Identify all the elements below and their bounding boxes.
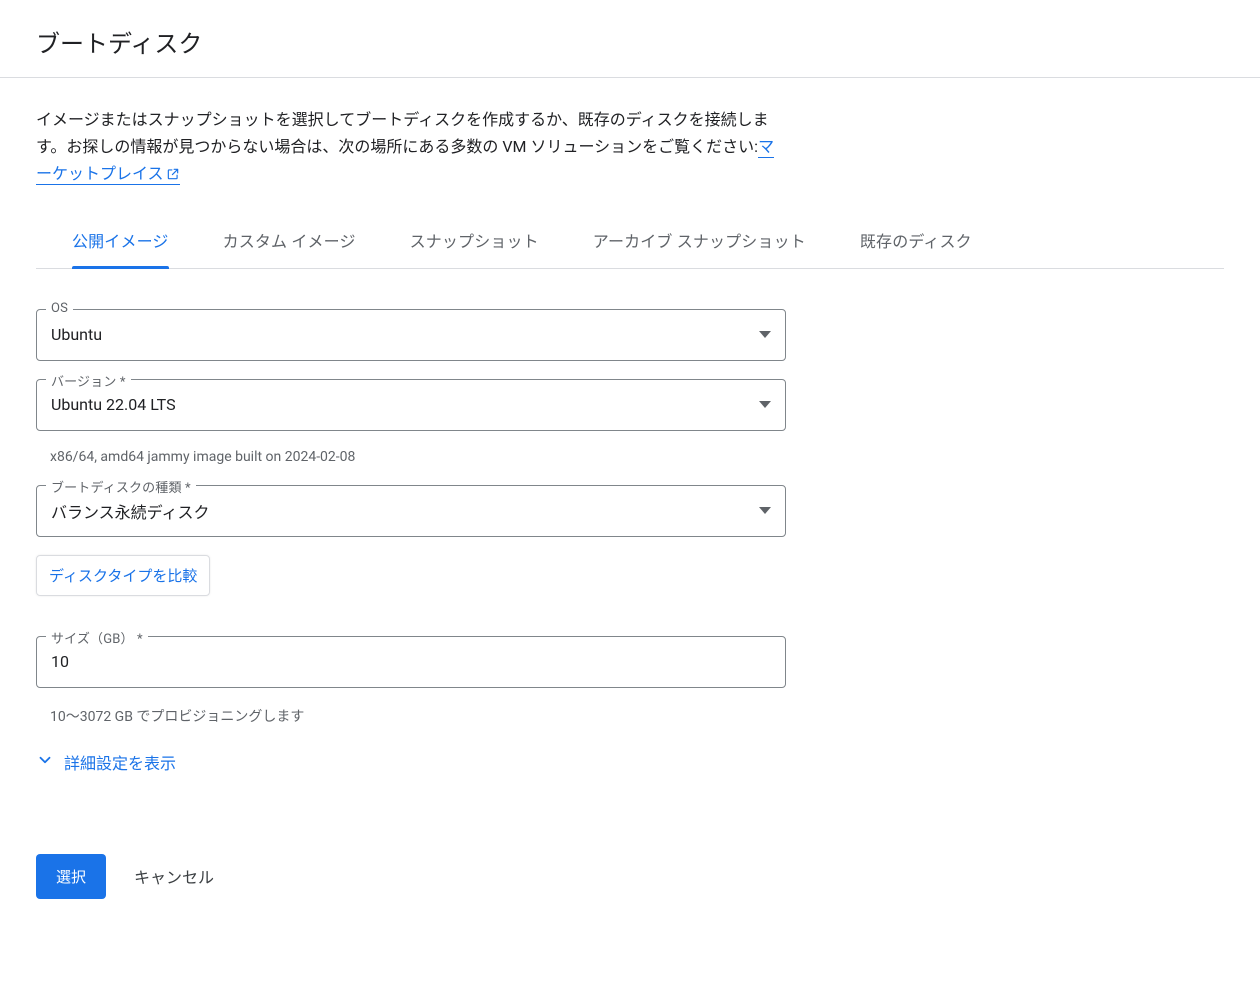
cancel-button[interactable]: キャンセル <box>134 864 214 888</box>
os-select[interactable]: Ubuntu <box>36 309 786 361</box>
os-label: OS <box>46 301 73 316</box>
intro-text: イメージまたはスナップショットを選択してブートディスクを作成するか、既存のディス… <box>36 106 776 190</box>
external-link-icon <box>166 162 180 189</box>
page-title: ブートディスク <box>36 24 1224 59</box>
version-label: バージョン * <box>46 371 131 390</box>
caret-down-icon <box>759 507 771 514</box>
tab-snapshots[interactable]: スナップショット <box>410 218 539 268</box>
tab-bar: 公開イメージ カスタム イメージ スナップショット アーカイブ スナップショット… <box>36 218 1224 269</box>
os-field: OS Ubuntu <box>36 309 786 361</box>
dialog-content: イメージまたはスナップショットを選択してブートディスクを作成するか、既存のディス… <box>0 78 1260 854</box>
tab-public-images[interactable]: 公開イメージ <box>72 218 169 268</box>
select-button[interactable]: 選択 <box>36 854 106 899</box>
disk-type-value: バランス永続ディスク <box>51 499 210 523</box>
disk-type-field: ブートディスクの種類 * バランス永続ディスク <box>36 485 786 537</box>
size-field: サイズ（GB） * <box>36 636 786 688</box>
chevron-down-icon <box>36 751 54 773</box>
advanced-settings-label: 詳細設定を表示 <box>64 750 176 774</box>
size-input[interactable] <box>51 637 771 687</box>
version-select[interactable]: Ubuntu 22.04 LTS <box>36 379 786 431</box>
disk-type-label: ブートディスクの種類 * <box>46 477 196 496</box>
tab-existing-disks[interactable]: 既存のディスク <box>860 218 972 268</box>
advanced-settings-toggle[interactable]: 詳細設定を表示 <box>36 750 786 774</box>
compare-disk-types-button[interactable]: ディスクタイプを比較 <box>36 555 210 596</box>
intro-body: イメージまたはスナップショットを選択してブートディスクを作成するか、既存のディス… <box>36 110 769 156</box>
caret-down-icon <box>759 331 771 338</box>
version-helper: x86/64, amd64 jammy image built on 2024-… <box>50 449 786 465</box>
dialog-header: ブートディスク <box>0 0 1260 78</box>
caret-down-icon <box>759 401 771 408</box>
size-helper: 10～3072 GB でプロビジョニングします <box>50 706 786 726</box>
version-field: バージョン * Ubuntu 22.04 LTS <box>36 379 786 431</box>
dialog-footer: 選択 キャンセル <box>0 854 1260 927</box>
tab-archive-snapshots[interactable]: アーカイブ スナップショット <box>593 218 806 268</box>
form: OS Ubuntu バージョン * Ubuntu 22.04 LTS x86/6… <box>36 309 786 774</box>
os-value: Ubuntu <box>51 325 102 344</box>
tab-custom-images[interactable]: カスタム イメージ <box>223 218 356 268</box>
size-label: サイズ（GB） * <box>46 628 148 647</box>
version-value: Ubuntu 22.04 LTS <box>51 395 176 414</box>
size-input-box <box>36 636 786 688</box>
